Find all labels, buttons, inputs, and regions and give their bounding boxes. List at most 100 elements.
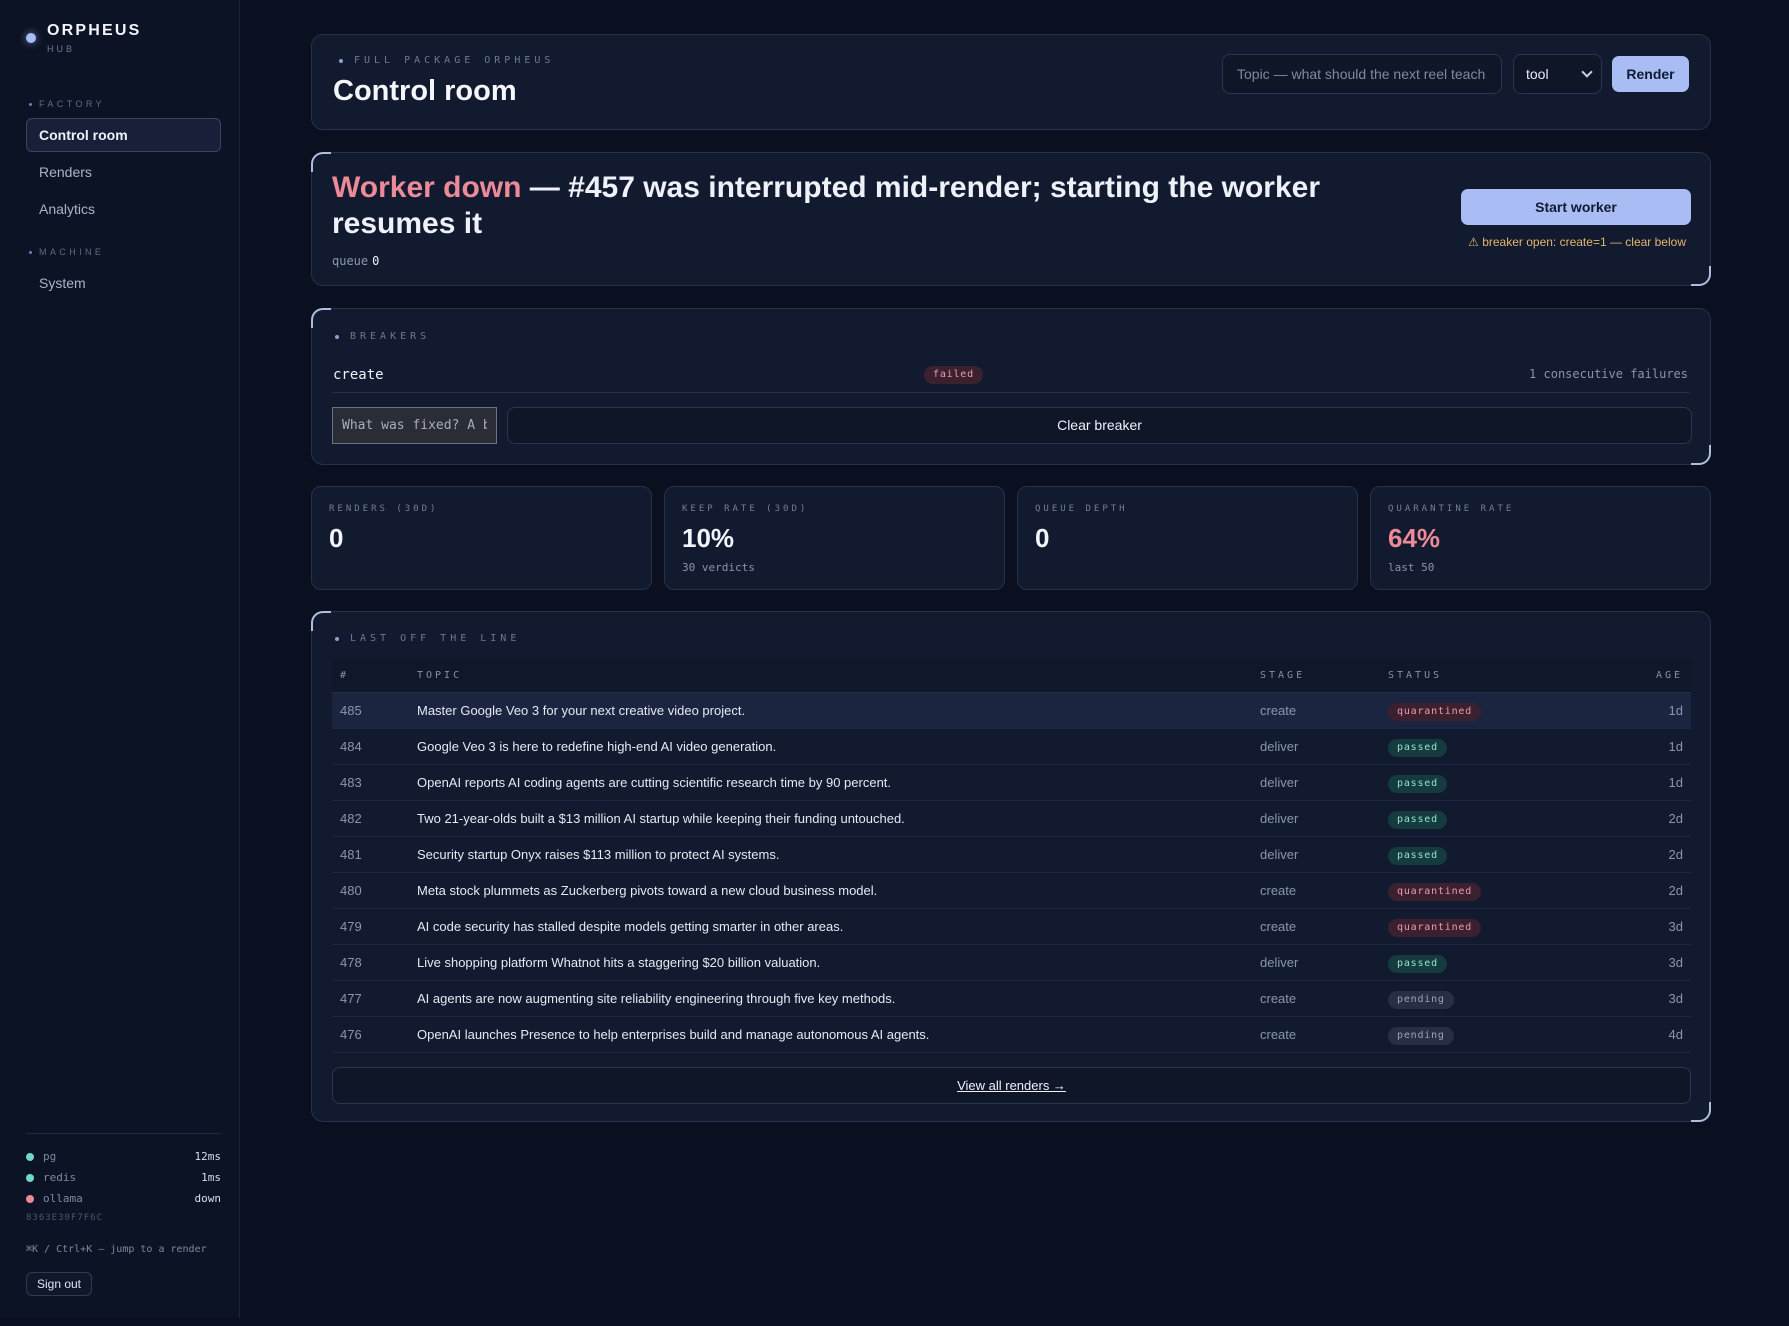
corner-bracket <box>311 308 331 328</box>
render-status-cell: quarantined <box>1388 702 1482 721</box>
queue-label: queue <box>332 254 369 268</box>
mode-select-value: tool <box>1526 66 1549 82</box>
service-status-pg: pg 12ms <box>26 1150 221 1168</box>
nav-section-factory: FACTORY <box>29 99 105 109</box>
render-id: 476 <box>340 1027 362 1042</box>
stat-label: KEEP RATE (30D) <box>682 504 809 514</box>
status-dot-icon <box>26 1174 34 1182</box>
queue-value: 0 <box>372 254 380 268</box>
breakers-panel: BREAKERS create failed 1 consecutive fai… <box>311 308 1711 465</box>
stat-value: 10% <box>682 523 735 553</box>
render-stage: create <box>1260 1027 1297 1042</box>
table-row[interactable]: 477 AI agents are now augmenting site rel… <box>332 981 1691 1017</box>
queue-readout: queue 0 <box>332 254 379 268</box>
nav-section-machine: MACHINE <box>28 247 105 257</box>
service-latency: 12ms <box>194 1150 222 1163</box>
mode-select[interactable]: tool <box>1513 54 1602 94</box>
status-badge: quarantined <box>1388 703 1482 721</box>
page-title: Control room <box>333 75 517 107</box>
corner-bracket <box>1691 266 1711 286</box>
render-status-cell: passed <box>1388 774 1447 793</box>
table-row[interactable]: 478 Live shopping platform Whatnot hits a… <box>332 945 1691 981</box>
start-worker-button[interactable]: Start worker <box>1461 189 1691 225</box>
service-latency: 1ms <box>201 1171 221 1184</box>
sign-out-button[interactable]: Sign out <box>26 1272 92 1296</box>
corner-bracket <box>1691 445 1711 465</box>
stat-value: 0 <box>1035 523 1050 553</box>
table-body: 485 Master Google Veo 3 for your next cre… <box>332 693 1691 1053</box>
build-id: 8363E30F7F6C <box>26 1213 104 1223</box>
brand-dot-icon <box>26 33 36 43</box>
sidebar-item-renders[interactable]: Renders <box>26 155 221 189</box>
status-badge: passed <box>1388 775 1447 793</box>
render-age: 1d <box>1668 739 1683 754</box>
status-badge: failed <box>924 366 983 384</box>
render-age: 1d <box>1668 775 1683 790</box>
render-id: 479 <box>340 919 362 934</box>
table-row[interactable]: 480 Meta stock plummets as Zuckerberg piv… <box>332 873 1691 909</box>
table-row[interactable]: 482 Two 21-year-olds built a $13 million … <box>332 801 1691 837</box>
sidebar-divider <box>26 1133 221 1134</box>
service-status-ollama: ollama down <box>26 1192 221 1210</box>
render-age: 2d <box>1668 883 1683 898</box>
render-stage: create <box>1260 703 1297 718</box>
status-dot-icon <box>26 1195 34 1203</box>
render-status-cell: quarantined <box>1388 882 1482 901</box>
status-badge: quarantined <box>1388 919 1482 937</box>
render-stage: deliver <box>1260 847 1299 862</box>
render-id: 477 <box>340 991 362 1006</box>
chevron-down-icon <box>1581 66 1593 78</box>
view-all-renders-link[interactable]: View all renders → <box>332 1067 1691 1104</box>
topic-input[interactable] <box>1222 54 1502 94</box>
render-age: 3d <box>1668 991 1683 1006</box>
stat-card-queue-depth: QUEUE DEPTH 0 <box>1017 486 1358 590</box>
render-age: 2d <box>1668 811 1683 826</box>
brand-sub: HUB <box>47 44 76 54</box>
table-row[interactable]: 484 Google Veo 3 is here to redefine high… <box>332 729 1691 765</box>
worker-status: Worker down <box>332 171 522 204</box>
render-stage: deliver <box>1260 811 1299 826</box>
breaker-warning: ⚠ breaker open: create=1 — clear below <box>1468 235 1686 249</box>
fix-note-input[interactable] <box>332 407 497 444</box>
breaker-name: create <box>333 367 384 383</box>
render-id: 481 <box>340 847 362 862</box>
recent-renders-panel: LAST OFF THE LINE # TOPIC STAGE STATUS A… <box>311 611 1711 1122</box>
table-row[interactable]: 481 Security startup Onyx raises $113 mil… <box>332 837 1691 873</box>
sidebar-item-system[interactable]: System <box>26 266 221 300</box>
render-age: 2d <box>1668 847 1683 862</box>
render-id: 482 <box>340 811 362 826</box>
render-topic: Security startup Onyx raises $113 millio… <box>417 847 780 862</box>
service-name: ollama <box>43 1192 83 1205</box>
stat-label: QUARANTINE RATE <box>1388 504 1515 514</box>
corner-bracket <box>311 152 331 172</box>
render-stage: create <box>1260 883 1297 898</box>
render-topic: Live shopping platform Whatnot hits a st… <box>417 955 821 970</box>
render-topic: Master Google Veo 3 for your next creati… <box>417 703 746 718</box>
render-status-cell: pending <box>1388 990 1454 1009</box>
column-header-topic: TOPIC <box>417 670 463 681</box>
sidebar-item-analytics[interactable]: Analytics <box>26 192 221 226</box>
column-header-age: AGE <box>1655 670 1683 681</box>
stat-card-keep-rate: KEEP RATE (30D) 10% 30 verdicts <box>664 486 1005 590</box>
render-topic: Meta stock plummets as Zuckerberg pivots… <box>417 883 878 898</box>
column-header-stage: STAGE <box>1260 670 1306 681</box>
render-age: 1d <box>1668 703 1683 718</box>
sidebar: ORPHEUS HUB FACTORY Control room Renders… <box>0 0 240 1318</box>
render-button[interactable]: Render <box>1612 56 1689 92</box>
render-id: 485 <box>340 703 362 718</box>
table-row[interactable]: 485 Master Google Veo 3 for your next cre… <box>332 693 1691 729</box>
sidebar-item-control-room[interactable]: Control room <box>26 118 221 152</box>
render-topic: Google Veo 3 is here to redefine high-en… <box>417 739 777 754</box>
status-badge: pending <box>1388 1027 1454 1045</box>
clear-breaker-button[interactable]: Clear breaker <box>507 407 1692 444</box>
table-row[interactable]: 476 OpenAI launches Presence to help ente… <box>332 1017 1691 1053</box>
render-status-cell: passed <box>1388 810 1447 829</box>
table-row[interactable]: 483 OpenAI reports AI coding agents are c… <box>332 765 1691 801</box>
status-badge: quarantined <box>1388 883 1482 901</box>
render-age: 4d <box>1668 1027 1683 1042</box>
stat-card-renders: RENDERS (30D) 0 <box>311 486 652 590</box>
render-status-cell: passed <box>1388 954 1447 973</box>
render-id: 483 <box>340 775 362 790</box>
breaker-warning-text: breaker open: create=1 — clear below <box>1482 235 1686 249</box>
table-row[interactable]: 479 AI code security has stalled despite … <box>332 909 1691 945</box>
